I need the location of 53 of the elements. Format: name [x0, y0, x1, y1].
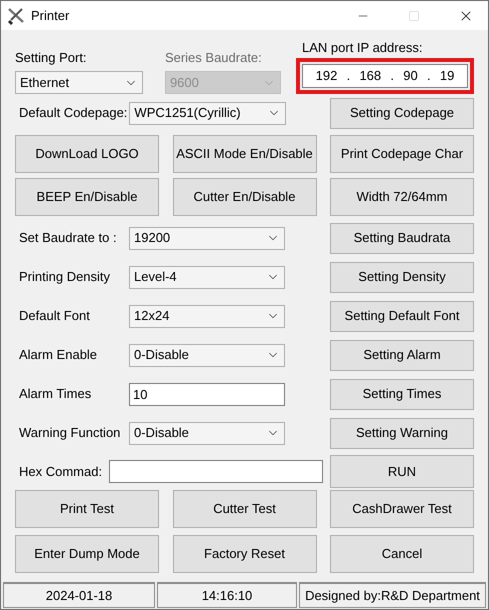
- action-button[interactable]: Cancel: [330, 535, 474, 573]
- field-label: Series Baudrate:: [164, 48, 263, 66]
- dropdown[interactable]: WPC1251(Cyrillic): [129, 102, 286, 124]
- action-button[interactable]: Enter Dump Mode: [15, 535, 159, 573]
- field-label: Default Font: [18, 307, 91, 326]
- tools-icon: [7, 6, 25, 24]
- dropdown[interactable]: 12x24: [129, 304, 285, 328]
- dropdown[interactable]: Ethernet: [15, 71, 143, 94]
- action-button[interactable]: ASCII Mode En/Disable: [172, 135, 316, 173]
- field-label: Default Codepage:: [19, 104, 128, 122]
- action-button[interactable]: Print Test: [15, 490, 159, 528]
- status-bar-cell: Designed by:R&D Department: [299, 582, 486, 608]
- action-button[interactable]: Factory Reset: [172, 535, 316, 573]
- action-button[interactable]: Width 72/64mm: [330, 178, 474, 216]
- field-label: LAN port IP address:: [302, 38, 424, 57]
- field-label: Alarm Enable: [18, 346, 98, 364]
- action-button[interactable]: Setting Baudrata: [330, 222, 474, 254]
- dropdown[interactable]: Level-4: [129, 266, 285, 288]
- action-button[interactable]: Setting Times: [330, 378, 474, 410]
- dropdown[interactable]: 19200: [129, 226, 285, 250]
- field-label: Set Baudrate to :: [18, 229, 118, 248]
- ip-address-field[interactable]: 192 . 168 . 90 . 19: [302, 64, 468, 88]
- dropdown[interactable]: 0-Disable: [129, 422, 285, 444]
- status-bar-cell: 14:16:10: [157, 582, 297, 608]
- ip-octet: 192: [316, 67, 338, 86]
- ip-octet: 19: [440, 67, 454, 86]
- dropdown[interactable]: 0-Disable: [129, 344, 285, 366]
- status-bar-cell: 2024-01-18: [3, 582, 155, 608]
- action-button[interactable]: Setting Warning: [330, 418, 474, 448]
- action-button[interactable]: Setting Density: [330, 262, 474, 292]
- field-label: Setting Port:: [15, 48, 88, 67]
- action-button[interactable]: BEEP En/Disable: [15, 178, 159, 216]
- action-button[interactable]: RUN: [330, 455, 474, 488]
- ip-octet: 168: [359, 67, 382, 86]
- ip-separator: .: [346, 67, 350, 86]
- ip-separator: .: [427, 67, 431, 86]
- input-field[interactable]: 10: [129, 382, 285, 406]
- action-button[interactable]: Cutter Test: [172, 490, 316, 528]
- ip-separator: .: [390, 67, 394, 86]
- ip-octet: 90: [403, 67, 418, 86]
- field-label: Printing Density: [18, 268, 112, 286]
- field-label: Hex Commad:: [18, 462, 104, 481]
- action-button[interactable]: Setting Default Font: [330, 300, 474, 332]
- action-button[interactable]: DownLoad LOGO: [15, 135, 159, 173]
- window-title: Printer: [31, 6, 70, 25]
- action-button[interactable]: Setting Alarm: [330, 340, 474, 370]
- field-label: Alarm Times: [18, 385, 92, 404]
- action-button[interactable]: Setting Codepage: [330, 98, 474, 128]
- action-button[interactable]: Print Codepage Char: [330, 135, 474, 173]
- field-label: Warning Function: [18, 424, 122, 442]
- action-button[interactable]: CashDrawer Test: [330, 490, 474, 528]
- input-field[interactable]: [109, 460, 323, 483]
- action-button[interactable]: Cutter En/Disable: [172, 178, 316, 216]
